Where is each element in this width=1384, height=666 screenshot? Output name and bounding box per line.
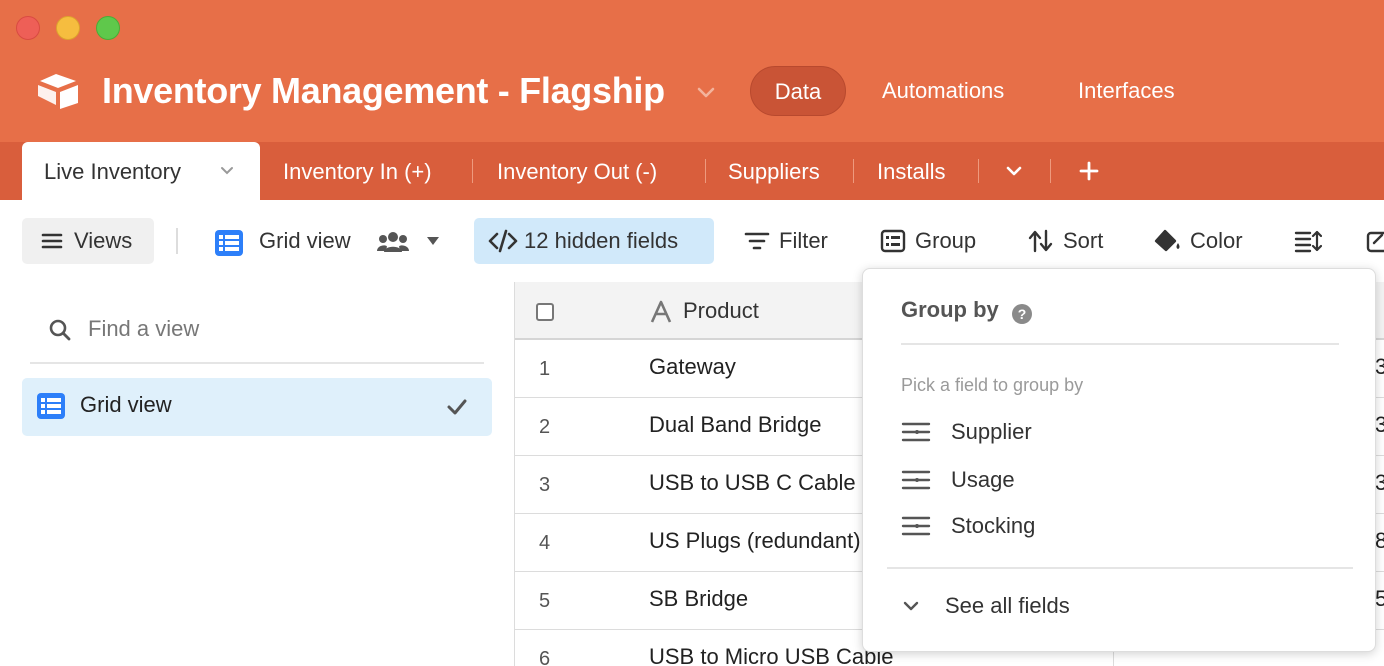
grid-view-icon xyxy=(215,230,243,256)
color-label: Color xyxy=(1190,228,1243,253)
window-minimize-button[interactable] xyxy=(56,16,80,40)
nav-interfaces-tab[interactable]: Interfaces xyxy=(1078,66,1175,116)
title-bar: Inventory Management - Flagship Data Aut… xyxy=(0,0,1384,142)
share-view-icon[interactable] xyxy=(1366,229,1384,253)
select-all-checkbox[interactable] xyxy=(536,303,554,321)
table-tab-bar: Live Inventory Inventory In (+) Inventor… xyxy=(0,142,1384,200)
tab-inventory-in[interactable]: Inventory In (+) xyxy=(283,142,432,200)
tab-live-inventory[interactable]: Live Inventory xyxy=(22,142,260,200)
cell-partial[interactable]: 8 xyxy=(1375,528,1384,554)
tab-label: Live Inventory xyxy=(44,159,181,184)
chevron-down-icon[interactable] xyxy=(218,161,236,179)
views-sidebar: Find a view Grid view xyxy=(0,280,510,666)
row-number: 5 xyxy=(539,590,551,612)
product-cell[interactable]: SB Bridge xyxy=(649,586,748,612)
product-cell[interactable]: US Plugs (redundant) xyxy=(649,528,861,554)
single-select-field-icon xyxy=(901,422,931,442)
hidden-fields-button[interactable]: 12 hidden fields xyxy=(474,218,714,264)
see-all-fields-button[interactable]: See all fields xyxy=(901,589,1201,629)
row-number: 2 xyxy=(539,416,551,438)
views-button[interactable]: Views xyxy=(22,218,154,264)
window-zoom-button[interactable] xyxy=(96,16,120,40)
views-label: Views xyxy=(74,228,133,253)
tab-divider xyxy=(853,159,854,183)
divider xyxy=(887,567,1353,569)
add-table-plus-icon[interactable] xyxy=(1077,159,1101,183)
paint-bucket-icon xyxy=(1154,229,1180,252)
find-view-input[interactable]: Find a view xyxy=(88,316,199,342)
find-view-search[interactable]: Find a view xyxy=(30,300,484,364)
grid-view-icon xyxy=(37,393,65,419)
group-icon xyxy=(880,229,906,253)
tab-divider xyxy=(1050,159,1051,183)
airtable-logo-icon[interactable] xyxy=(36,72,80,110)
sort-button[interactable]: Sort xyxy=(1028,218,1118,264)
row-number: 1 xyxy=(539,358,551,380)
single-select-field-icon xyxy=(901,470,931,490)
search-icon xyxy=(49,319,71,341)
hamburger-menu-icon xyxy=(41,233,63,249)
sidebar-item-label: Grid view xyxy=(80,392,172,417)
group-field-label: Stocking xyxy=(951,513,1036,538)
see-all-fields-label: See all fields xyxy=(945,593,1070,618)
chevron-down-icon xyxy=(903,601,919,611)
tab-suppliers[interactable]: Suppliers xyxy=(728,142,820,200)
chevron-down-icon[interactable] xyxy=(694,80,718,104)
product-cell[interactable]: Gateway xyxy=(649,354,736,380)
group-field-option-stocking[interactable]: Stocking xyxy=(901,505,1341,545)
single-select-field-icon xyxy=(901,516,931,536)
group-by-subtitle: Pick a field to group by xyxy=(901,375,1084,395)
tab-inventory-out[interactable]: Inventory Out (-) xyxy=(497,142,657,200)
product-cell[interactable]: USB to Micro USB Cable xyxy=(649,644,894,666)
sort-icon xyxy=(1028,229,1053,253)
group-label: Group xyxy=(915,228,977,253)
toolbar-divider xyxy=(176,228,178,254)
tab-divider xyxy=(472,159,473,183)
text-field-icon xyxy=(650,300,672,323)
column-header-product[interactable]: Product xyxy=(683,298,759,324)
row-number: 4 xyxy=(539,532,551,554)
row-number: 6 xyxy=(539,648,551,666)
row-height-icon[interactable] xyxy=(1294,229,1322,253)
help-icon[interactable]: ? xyxy=(1011,303,1033,325)
group-field-label: Supplier xyxy=(951,419,1032,444)
nav-automations-tab[interactable]: Automations xyxy=(882,66,1004,116)
tab-divider xyxy=(978,159,979,183)
filter-label: Filter xyxy=(779,228,828,253)
row-number: 3 xyxy=(539,474,551,496)
checkmark-icon xyxy=(447,399,467,415)
nav-data-tab[interactable]: Data xyxy=(750,66,846,116)
filter-icon xyxy=(744,232,770,250)
view-name: Grid view xyxy=(259,228,351,253)
hidden-fields-label: 12 hidden fields xyxy=(524,228,679,253)
sort-label: Sort xyxy=(1063,228,1104,253)
base-title[interactable]: Inventory Management - Flagship xyxy=(102,70,665,112)
color-button[interactable]: Color xyxy=(1154,218,1264,264)
cell-partial[interactable]: 3 xyxy=(1375,354,1384,380)
group-field-option-usage[interactable]: Usage xyxy=(901,459,1341,499)
collaborators-icon xyxy=(377,232,409,252)
svg-text:?: ? xyxy=(1018,306,1027,322)
more-tables-chevron-icon[interactable] xyxy=(1002,159,1026,183)
sidebar-item-grid-view[interactable]: Grid view xyxy=(22,378,492,436)
cell-partial[interactable]: 5 xyxy=(1375,586,1384,612)
group-by-title: Group by xyxy=(901,297,999,322)
view-switcher[interactable]: Grid view xyxy=(214,218,444,264)
group-field-option-supplier[interactable]: Supplier xyxy=(901,411,1341,451)
group-button[interactable]: Group xyxy=(880,218,990,264)
cell-partial[interactable]: 3 xyxy=(1375,412,1384,438)
caret-down-icon[interactable] xyxy=(426,235,440,247)
product-cell[interactable]: USB to USB C Cable xyxy=(649,470,856,496)
cell-partial[interactable]: 3 xyxy=(1375,470,1384,496)
filter-button[interactable]: Filter xyxy=(744,218,844,264)
divider xyxy=(901,343,1339,345)
hidden-fields-icon xyxy=(488,229,518,253)
group-by-popover: Group by ? Pick a field to group by Supp… xyxy=(862,268,1376,652)
group-field-label: Usage xyxy=(951,467,1015,492)
product-cell[interactable]: Dual Band Bridge xyxy=(649,412,821,438)
window-close-button[interactable] xyxy=(16,16,40,40)
tab-divider xyxy=(705,159,706,183)
tab-installs[interactable]: Installs xyxy=(877,142,945,200)
app-window: Inventory Management - Flagship Data Aut… xyxy=(0,0,1384,666)
